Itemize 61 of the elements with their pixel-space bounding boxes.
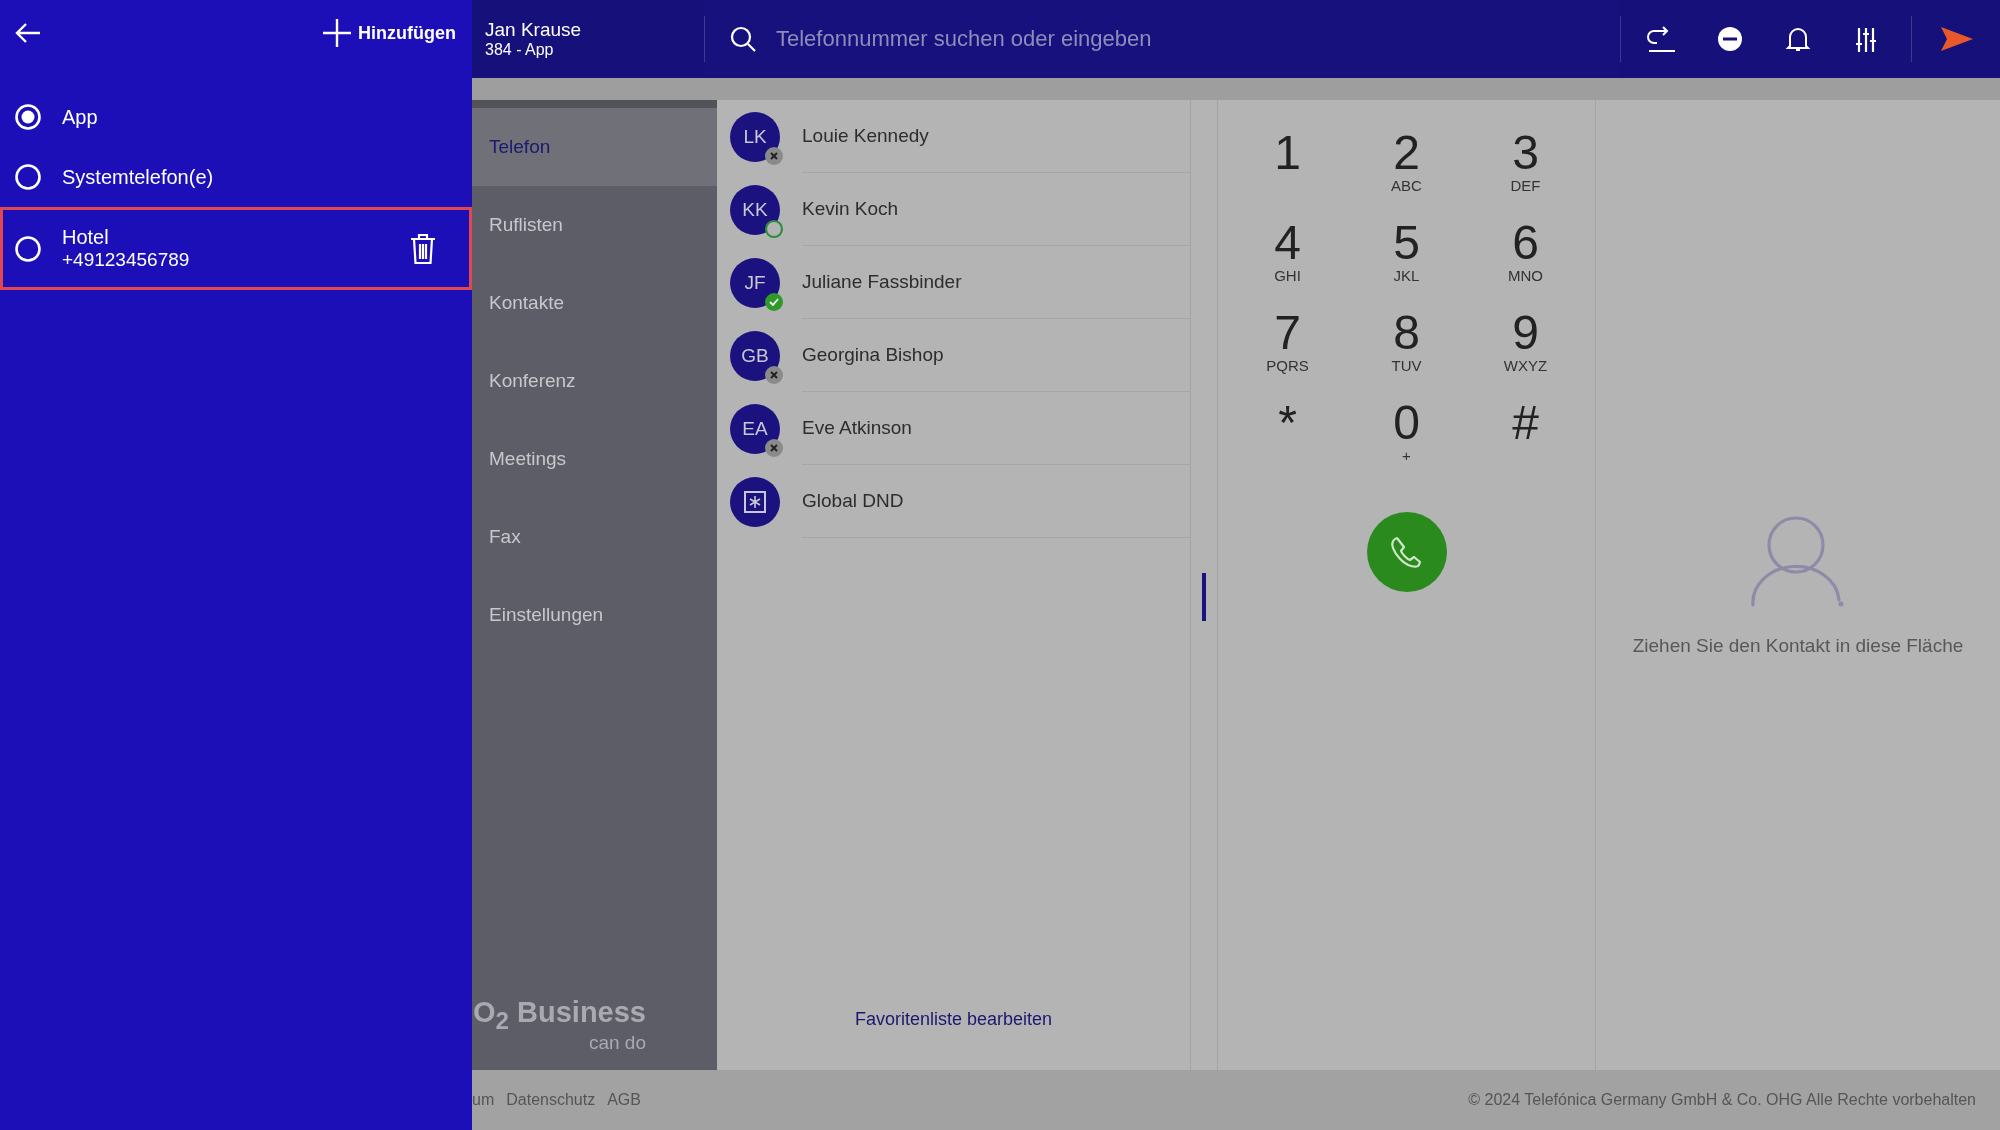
dial-key[interactable]: 7 PQRS bbox=[1228, 308, 1347, 398]
dial-key[interactable]: 5 JKL bbox=[1347, 218, 1466, 308]
contact-name[interactable]: Juliane Fassbinder bbox=[802, 246, 1190, 319]
nav-item[interactable]: Ruflisten bbox=[472, 186, 717, 264]
contact-name[interactable]: Louie Kennedy bbox=[802, 100, 1190, 173]
brand-logo: O$_{2}$ Business bbox=[473, 996, 646, 1035]
dial-key[interactable]: 8 TUV bbox=[1347, 308, 1466, 398]
radio-button[interactable] bbox=[14, 163, 42, 191]
dial-key[interactable]: 4 GHI bbox=[1228, 218, 1347, 308]
radio-button[interactable] bbox=[14, 234, 42, 263]
avatar: LK bbox=[730, 111, 780, 162]
brand-tagline: can do bbox=[588, 1032, 646, 1054]
dial-key[interactable]: 1 bbox=[1228, 128, 1347, 218]
search-field[interactable]: Telefonnummer suchen oder eingeben bbox=[774, 18, 1620, 60]
avatar: JF bbox=[730, 257, 780, 308]
nav-item[interactable]: Einstellungen bbox=[472, 576, 717, 654]
contact-name[interactable]: Kevin Koch bbox=[802, 173, 1190, 246]
dial-key[interactable]: 2 ABC bbox=[1347, 128, 1466, 218]
plus-icon bbox=[322, 18, 352, 48]
phone-number: +49123456789 bbox=[62, 249, 191, 271]
status-badge-icon bbox=[764, 364, 784, 385]
user-extension: 384 - App bbox=[485, 41, 555, 59]
device-option[interactable]: Systemtelefon(e) bbox=[0, 147, 472, 207]
nav-item[interactable]: Meetings bbox=[472, 420, 717, 498]
copyright-text: © 2024 Telefónica Germany GmbH & Co. OHG Alle Rechte vorbehalten bbox=[1468, 1091, 1976, 1109]
contact-name[interactable]: Georgina Bishop bbox=[802, 319, 1190, 392]
back-arrow-icon bbox=[14, 22, 42, 44]
avatar: GB bbox=[730, 330, 780, 381]
user-name: Jan Krause bbox=[485, 19, 583, 41]
dial-key[interactable]: 6 MNO bbox=[1466, 218, 1585, 308]
trash-icon bbox=[410, 232, 436, 265]
paper-plane-icon bbox=[1940, 26, 1974, 52]
option-label: Hotel bbox=[62, 226, 110, 249]
contact-name[interactable]: Eve Atkinson bbox=[802, 392, 1190, 465]
person-icon bbox=[1750, 515, 1846, 607]
contact-name[interactable]: Global DND bbox=[802, 465, 1190, 538]
dial-key[interactable]: 3 DEF bbox=[1466, 128, 1585, 218]
add-button[interactable]: Hinzufügen bbox=[320, 16, 458, 50]
resize-handle[interactable] bbox=[1202, 573, 1206, 621]
status-badge-icon bbox=[764, 145, 784, 166]
dial-key[interactable]: 9 WXYZ bbox=[1466, 308, 1585, 398]
option-label: App bbox=[62, 105, 99, 129]
search-icon bbox=[730, 26, 756, 52]
avatar: KK bbox=[730, 184, 780, 235]
nav-item[interactable]: Fax bbox=[472, 498, 717, 576]
avatar: EA bbox=[730, 403, 780, 454]
radio-button[interactable] bbox=[14, 103, 42, 131]
dial-key[interactable]: * bbox=[1228, 398, 1347, 488]
status-badge-icon bbox=[764, 291, 784, 312]
dial-key[interactable]: 0 + bbox=[1347, 398, 1466, 488]
option-label: Systemtelefon(e) bbox=[62, 165, 215, 189]
drop-hint: Ziehen Sie den Kontakt in diese Fläche bbox=[1632, 635, 1964, 657]
nav-item[interactable]: Konferenz bbox=[472, 342, 717, 420]
device-option[interactable]: App bbox=[0, 87, 472, 147]
dial-key[interactable]: # bbox=[1466, 398, 1585, 488]
device-option[interactable]: Hotel +49123456789 bbox=[0, 207, 472, 290]
edit-favorites-link[interactable]: Favoritenliste bearbeiten bbox=[854, 1009, 1053, 1030]
status-badge-icon bbox=[764, 437, 784, 458]
delete-button[interactable] bbox=[410, 232, 436, 265]
nav-item[interactable]: Kontakte bbox=[472, 264, 717, 342]
status-badge-icon bbox=[764, 218, 784, 239]
